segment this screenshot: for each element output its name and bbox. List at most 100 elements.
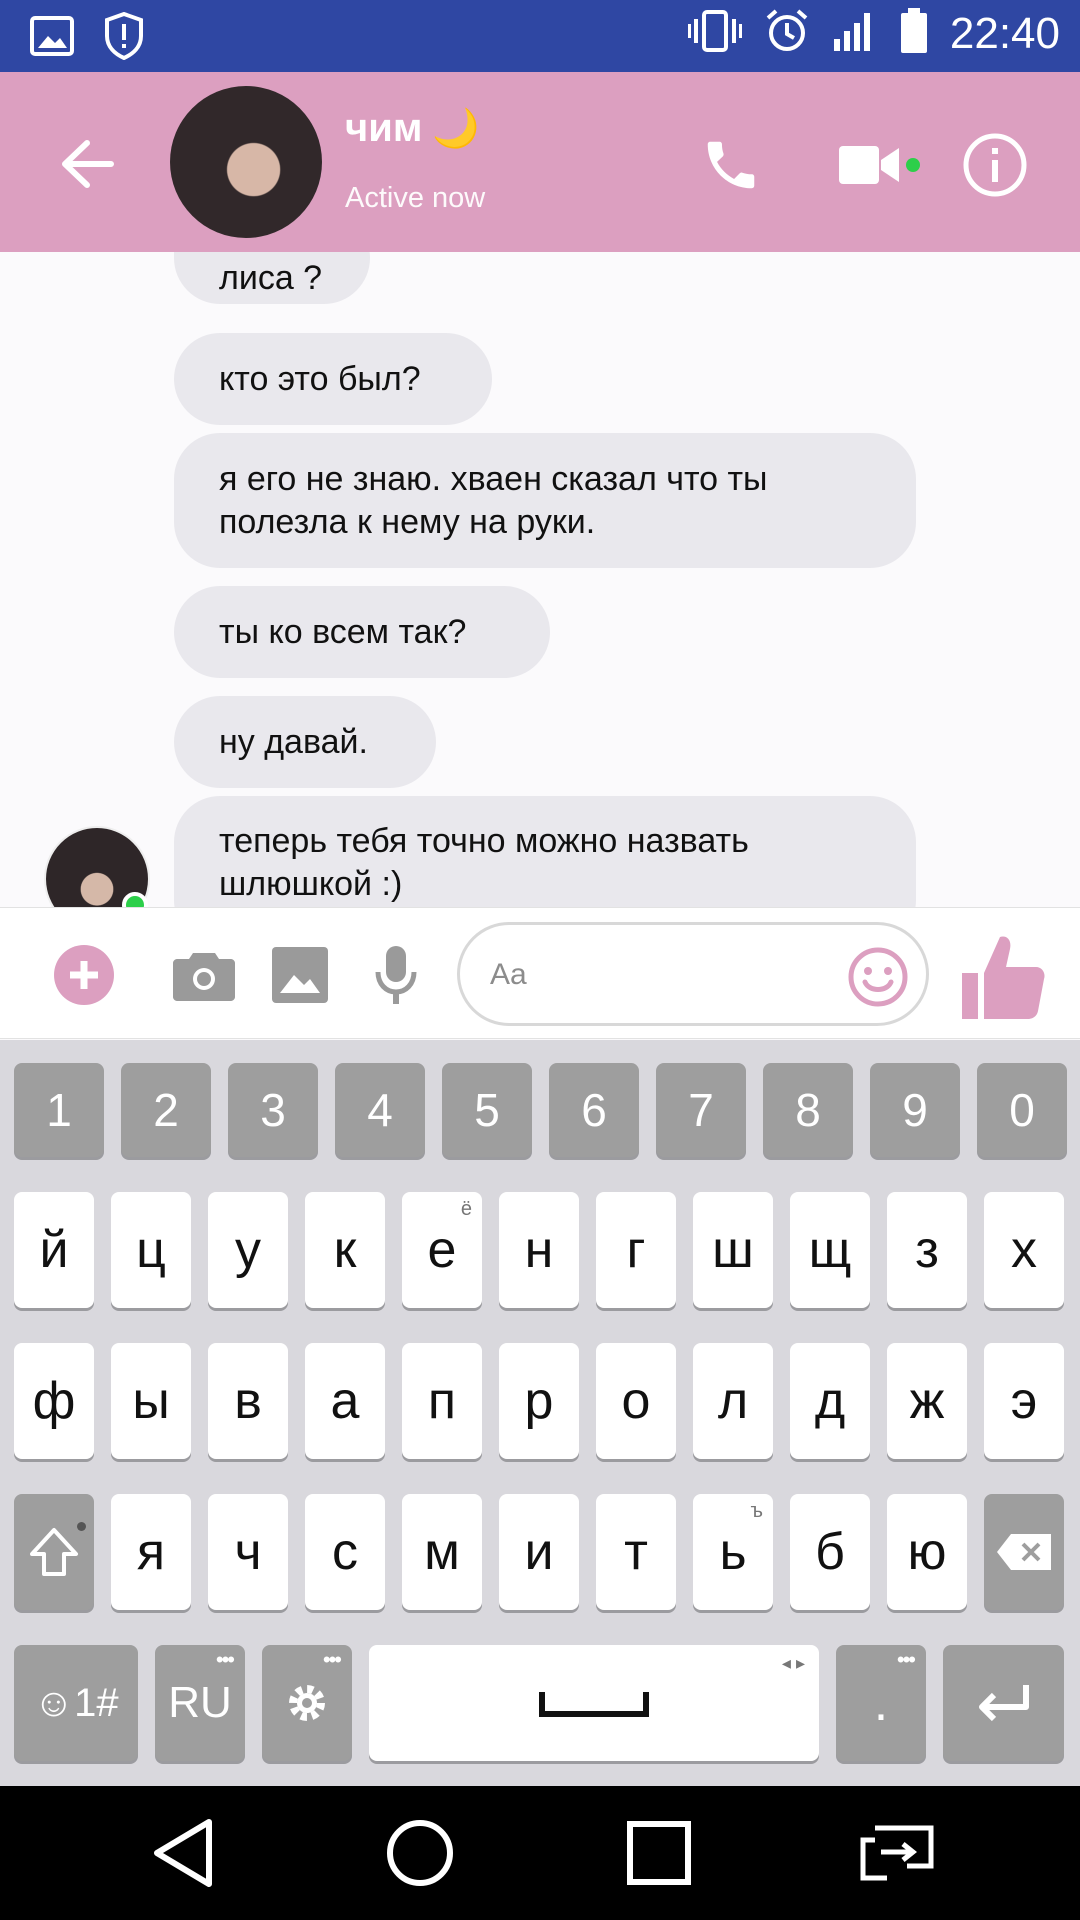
space-key[interactable]: ◂ ▸ (369, 1645, 819, 1761)
vibrate-icon (687, 9, 742, 58)
key-0[interactable]: 0 (977, 1063, 1067, 1157)
gallery-icon (30, 16, 74, 61)
key-letter[interactable]: ч (208, 1494, 288, 1610)
circle-home-icon (387, 1820, 453, 1886)
switch-window-icon (860, 1825, 934, 1881)
smiley-icon (848, 947, 908, 1007)
key-letter[interactable]: о (596, 1343, 676, 1459)
message-bubble[interactable]: лиса ? (174, 252, 370, 304)
key-letter[interactable]: ф (14, 1343, 94, 1459)
key-letter[interactable]: м (402, 1494, 482, 1610)
key-letter[interactable]: ц (111, 1192, 191, 1308)
key-8[interactable]: 8 (763, 1063, 853, 1157)
key-2[interactable]: 2 (121, 1063, 211, 1157)
key-letter[interactable]: б (790, 1494, 870, 1610)
back-nav-button[interactable] (138, 1808, 228, 1898)
period-key[interactable]: . ••• (836, 1645, 926, 1761)
like-button[interactable] (958, 928, 1048, 1024)
message-bubble[interactable]: кто это был? (174, 333, 492, 425)
plus-circle-icon (54, 945, 114, 1005)
key-letter[interactable]: ьъ (693, 1494, 773, 1610)
language-key[interactable]: RU ••• (155, 1645, 245, 1761)
shift-key[interactable] (14, 1494, 94, 1610)
key-letter[interactable]: я (111, 1494, 191, 1610)
key-letter[interactable]: р (499, 1343, 579, 1459)
status-bar: 22:40 (0, 0, 1080, 72)
key-7[interactable]: 7 (656, 1063, 746, 1157)
contact-name[interactable]: чим 🌙 (345, 106, 480, 151)
message-text: кто это был? (219, 359, 421, 398)
backspace-key[interactable] (984, 1494, 1064, 1610)
key-letter[interactable]: т (596, 1494, 676, 1610)
key-letter[interactable]: н (499, 1192, 579, 1308)
space-bar-icon (539, 1692, 649, 1717)
message-bubble[interactable]: теперь тебя точно можно назвать шлюшкой … (174, 796, 916, 907)
key-letter[interactable]: п (402, 1343, 482, 1459)
moon-emoji: 🌙 (432, 107, 480, 150)
key-letter[interactable]: ю (887, 1494, 967, 1610)
more-actions-button[interactable] (44, 938, 124, 1012)
info-button[interactable] (950, 120, 1040, 210)
thumbs-up-icon (962, 936, 1045, 1019)
camera-button[interactable] (164, 938, 244, 1012)
message-list[interactable]: лиса ? кто это был? я его не знаю. хваен… (0, 252, 1080, 907)
contact-name-text: чим (345, 106, 423, 150)
message-composer (0, 907, 1080, 1039)
key-letter[interactable]: х (984, 1192, 1064, 1308)
dual-window-button[interactable] (852, 1808, 942, 1898)
key-5[interactable]: 5 (442, 1063, 532, 1157)
call-button[interactable] (686, 120, 776, 210)
message-bubble[interactable]: я его не знаю. хваен сказал что ты полез… (174, 433, 916, 568)
enter-key[interactable] (943, 1645, 1064, 1761)
key-1[interactable]: 1 (14, 1063, 104, 1157)
contact-avatar[interactable] (170, 86, 322, 238)
gear-icon (289, 1685, 325, 1721)
key-letter[interactable]: её (402, 1192, 482, 1308)
key-letter[interactable]: а (305, 1343, 385, 1459)
video-online-dot (906, 158, 920, 172)
info-icon (963, 133, 1027, 197)
backspace-icon (997, 1534, 1051, 1570)
key-letter[interactable]: э (984, 1343, 1064, 1459)
key-letter[interactable]: ы (111, 1343, 191, 1459)
key-letter[interactable]: й (14, 1192, 94, 1308)
message-input-wrapper (457, 922, 929, 1026)
key-letter[interactable]: г (596, 1192, 676, 1308)
key-letter[interactable]: ш (693, 1192, 773, 1308)
key-letter[interactable]: у (208, 1192, 288, 1308)
key-6[interactable]: 6 (549, 1063, 639, 1157)
settings-key[interactable]: ••• (262, 1645, 352, 1761)
key-4[interactable]: 4 (335, 1063, 425, 1157)
key-letter[interactable]: и (499, 1494, 579, 1610)
triangle-back-icon (154, 1819, 212, 1887)
message-bubble[interactable]: ты ко всем так? (174, 586, 550, 678)
message-input[interactable] (490, 947, 820, 1003)
key-9[interactable]: 9 (870, 1063, 960, 1157)
voice-button[interactable] (356, 938, 436, 1012)
key-letter[interactable]: ж (887, 1343, 967, 1459)
key-letter[interactable]: д (790, 1343, 870, 1459)
key-letter[interactable]: с (305, 1494, 385, 1610)
key-letter[interactable]: л (693, 1343, 773, 1459)
message-bubble[interactable]: ну давай. (174, 696, 436, 788)
key-letter[interactable]: щ (790, 1192, 870, 1308)
phone-icon (707, 141, 755, 189)
home-nav-button[interactable] (375, 1808, 465, 1898)
clock-time: 22:40 (949, 8, 1060, 58)
gallery-button[interactable] (260, 938, 340, 1012)
message-text: ты ко всем так? (219, 612, 467, 651)
arrow-left-icon (62, 140, 114, 188)
message-text: ну давай. (219, 722, 368, 761)
video-call-button[interactable] (820, 120, 920, 210)
key-letter[interactable]: в (208, 1343, 288, 1459)
key-letter[interactable]: з (887, 1192, 967, 1308)
key-letter[interactable]: к (305, 1192, 385, 1308)
key-3[interactable]: 3 (228, 1063, 318, 1157)
battery-icon (900, 8, 928, 59)
back-button[interactable] (50, 127, 124, 201)
emoji-button[interactable] (838, 937, 918, 1017)
square-recents-icon (627, 1821, 691, 1885)
recents-nav-button[interactable] (614, 1808, 704, 1898)
video-camera-icon (839, 146, 899, 184)
symbols-key[interactable]: ☺1# (14, 1645, 138, 1761)
